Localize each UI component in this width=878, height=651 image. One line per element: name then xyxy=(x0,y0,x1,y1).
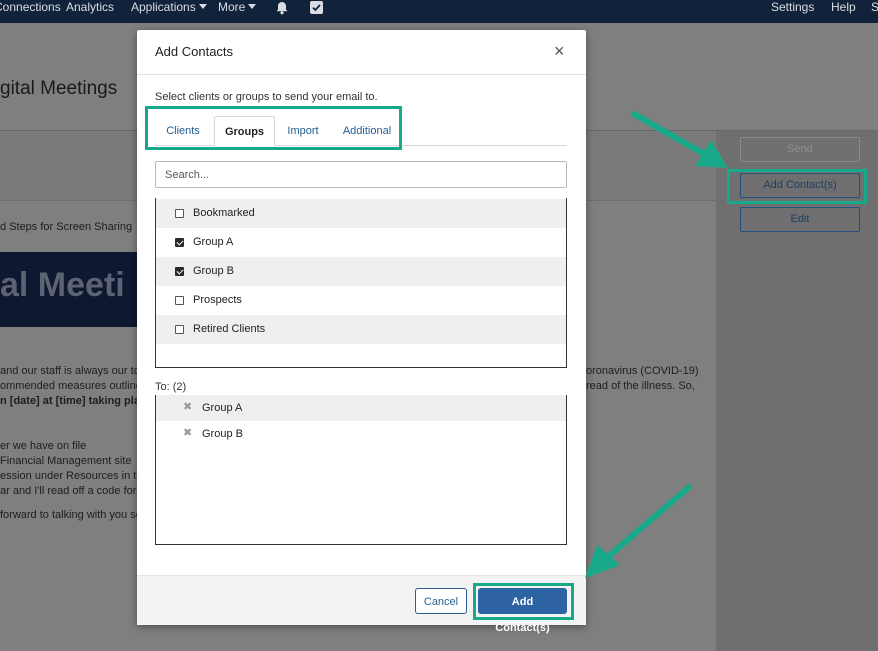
dialog-footer: Cancel Add Contact(s) xyxy=(137,575,586,634)
body-line: ar and I'll read off a code for y xyxy=(0,485,145,497)
search-input[interactable] xyxy=(155,161,567,188)
list-item-bookmarked[interactable]: Bookmarked xyxy=(156,199,566,228)
body-line: and our staff is always our to xyxy=(0,365,140,377)
body-line: Financial Management site xyxy=(0,455,132,467)
list-item-prospects[interactable]: Prospects xyxy=(156,286,566,315)
recipient-item: ✖ Group B xyxy=(156,421,566,447)
checkbox-checked[interactable] xyxy=(175,267,184,276)
nav-settings[interactable]: Settings xyxy=(771,0,814,23)
top-nav-bar: Connections Analytics Applications More … xyxy=(0,0,878,23)
body-line: ession under Resources in the xyxy=(0,470,149,482)
list-item-label: Retired Clients xyxy=(193,323,266,335)
chevron-down-icon xyxy=(198,4,207,9)
dialog-title: Add Contacts xyxy=(155,44,234,59)
groups-list: Bookmarked Group A Group B Prospects Ret… xyxy=(155,198,567,368)
send-button[interactable]: Send xyxy=(740,137,860,162)
checkbox[interactable] xyxy=(175,325,184,334)
cancel-button[interactable]: Cancel xyxy=(415,588,467,614)
highlight-box xyxy=(473,583,574,620)
nav-applications-label: Applications xyxy=(131,0,196,14)
list-item-label: Bookmarked xyxy=(193,207,255,219)
nav-applications[interactable]: Applications xyxy=(131,0,207,23)
list-item-group-a[interactable]: Group A xyxy=(156,228,566,257)
remove-icon[interactable]: ✖ xyxy=(183,401,192,414)
nav-more[interactable]: More xyxy=(218,0,257,23)
body-line: n [date] at [time] taking place xyxy=(0,395,153,407)
list-item-label: Prospects xyxy=(193,294,242,306)
bell-icon[interactable] xyxy=(275,1,289,24)
close-icon[interactable]: × xyxy=(554,42,565,60)
list-item-label: Group B xyxy=(193,265,234,277)
dialog-instructions: Select clients or groups to send your em… xyxy=(155,91,378,103)
body-line-right: read of the illness. So, xyxy=(586,380,695,392)
nav-user[interactable]: S xyxy=(871,0,878,23)
page-title: gital Meetings xyxy=(0,78,118,99)
body-line: ommended measures outlined xyxy=(0,380,148,392)
recipient-item: ✖ Group A xyxy=(156,395,566,421)
add-contacts-dialog: Add Contacts × Select clients or groups … xyxy=(137,30,586,634)
list-item-group-b[interactable]: Group B xyxy=(156,257,566,286)
highlight-box xyxy=(145,106,402,150)
banner-image: al Meeti xyxy=(0,252,140,327)
subtitle-text: d Steps for Screen Sharing xyxy=(0,221,133,233)
nav-help[interactable]: Help xyxy=(831,0,856,23)
list-item-label: Group A xyxy=(193,236,234,248)
body-line-right: oronavirus (COVID-19) xyxy=(586,365,699,377)
checkbox-icon[interactable] xyxy=(310,1,323,24)
nav-connections[interactable]: Connections xyxy=(0,0,61,23)
recipient-label: Group A xyxy=(202,402,243,414)
chevron-down-icon xyxy=(248,4,257,9)
checkbox[interactable] xyxy=(175,209,184,218)
highlight-box xyxy=(727,169,867,204)
checkbox-checked[interactable] xyxy=(175,238,184,247)
recipients-list: ✖ Group A ✖ Group B xyxy=(155,395,567,545)
to-count-label: To: (2) xyxy=(155,381,187,393)
remove-icon[interactable]: ✖ xyxy=(183,427,192,440)
dialog-header: Add Contacts × xyxy=(137,30,586,75)
nav-analytics[interactable]: Analytics xyxy=(66,0,114,23)
body-line: er we have on file xyxy=(0,440,87,452)
list-item-retired-clients[interactable]: Retired Clients xyxy=(156,315,566,344)
checkbox[interactable] xyxy=(175,296,184,305)
body-line: forward to talking with you so xyxy=(0,509,142,521)
recipient-label: Group B xyxy=(202,428,243,440)
banner-text: al Meeti xyxy=(0,266,125,304)
edit-button[interactable]: Edit xyxy=(740,207,860,232)
nav-more-label: More xyxy=(218,0,246,14)
